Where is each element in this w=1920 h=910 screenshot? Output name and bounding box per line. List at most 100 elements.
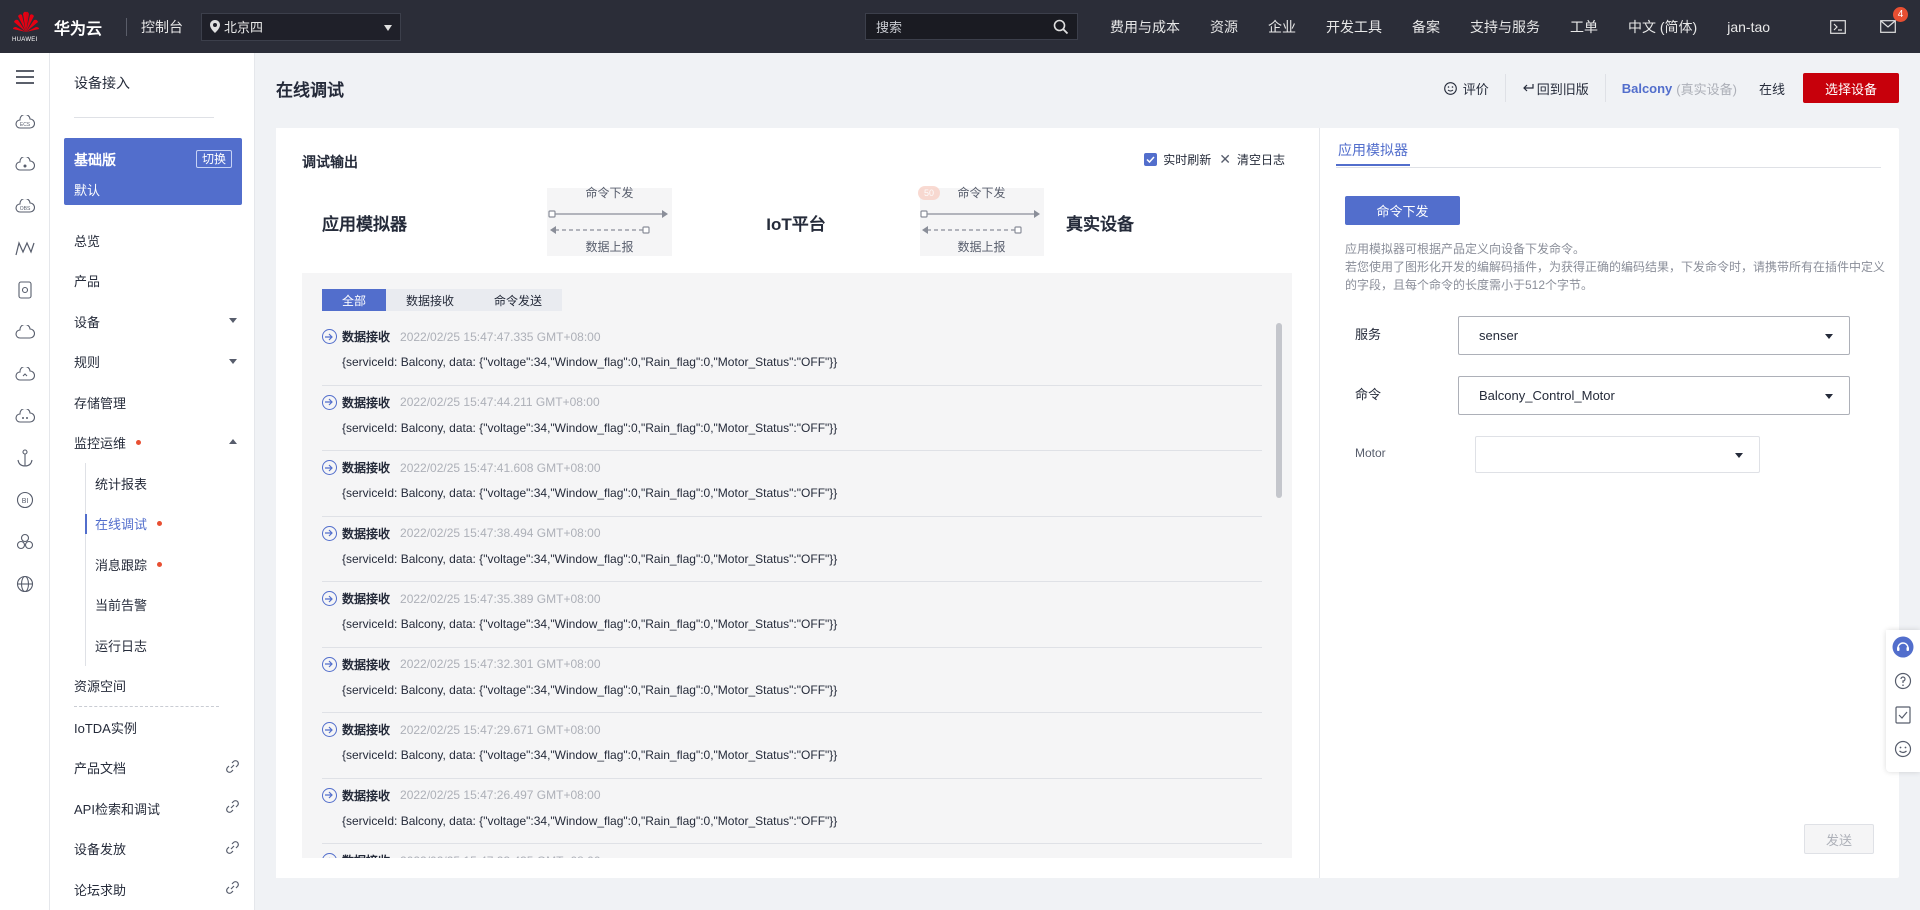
menu-billing[interactable]: 费用与成本 bbox=[1110, 17, 1180, 37]
command-send-tab-button[interactable]: 命令下发 bbox=[1345, 196, 1460, 225]
nav-item-storage[interactable]: 存储管理 bbox=[50, 382, 255, 423]
arrow-right-icon bbox=[322, 525, 337, 541]
nav-item-label: 在线调试 bbox=[95, 517, 148, 533]
svg-text:ECS: ECS bbox=[20, 122, 31, 128]
realtime-refresh-label[interactable]: 实时刷新 bbox=[1163, 151, 1211, 168]
log-filter-tabs: 全部 数据接收 命令发送 bbox=[322, 289, 563, 311]
menu-dev-tools[interactable]: 开发工具 bbox=[1326, 17, 1382, 37]
help-icon[interactable] bbox=[1886, 664, 1920, 698]
chart-icon[interactable] bbox=[0, 227, 50, 269]
device-name: Balcony bbox=[1621, 80, 1673, 96]
log-timestamp: 2022/02/25 15:47:47.335 GMT+08:00 bbox=[400, 329, 601, 344]
cluster-icon[interactable] bbox=[0, 521, 50, 563]
back-to-old-button[interactable]: 回到旧版 bbox=[1522, 79, 1589, 98]
region-selector[interactable]: 北京四 bbox=[201, 12, 401, 41]
tab-app-simulator[interactable]: 应用模拟器 bbox=[1336, 134, 1410, 166]
log-entry: 数据接收 2022/02/25 15:47:26.497 GMT+08:00 {se… bbox=[322, 779, 1262, 844]
return-icon bbox=[1522, 84, 1534, 92]
nav-item-online-debug[interactable]: 在线调试 bbox=[50, 504, 255, 545]
nav-item-label: 消息跟踪 bbox=[95, 557, 148, 573]
nav-item-iotda-instance[interactable]: IoTDA实例 bbox=[50, 707, 255, 748]
log-type: 数据接收 bbox=[342, 395, 391, 410]
rate-button[interactable]: 评价 bbox=[1443, 79, 1489, 98]
chat-icon[interactable]: BI bbox=[0, 479, 50, 521]
nav-item-forum[interactable]: 论坛求助 bbox=[50, 869, 255, 910]
terminal-icon[interactable] bbox=[1826, 15, 1850, 39]
log-timestamp: 2022/02/25 15:47:32.301 GMT+08:00 bbox=[400, 657, 601, 671]
nav-item-devices[interactable]: 设备 bbox=[50, 301, 255, 342]
cloud-icon[interactable] bbox=[0, 353, 50, 395]
device-tag: (真实设备) bbox=[1676, 81, 1737, 97]
service-select[interactable]: senser bbox=[1458, 316, 1850, 355]
tab-all[interactable]: 全部 bbox=[322, 289, 387, 311]
device-icon[interactable] bbox=[0, 269, 50, 311]
menu-tickets[interactable]: 工单 bbox=[1570, 17, 1598, 37]
smile-icon[interactable] bbox=[1886, 732, 1920, 766]
tab-data-received[interactable]: 数据接收 bbox=[386, 289, 474, 311]
menu-resources[interactable]: 资源 bbox=[1210, 17, 1238, 37]
nav-item-monitoring[interactable]: 监控运维 bbox=[50, 423, 255, 464]
close-icon[interactable]: ✕ bbox=[1219, 151, 1231, 168]
nav-item-message-trace[interactable]: 消息跟踪 bbox=[50, 544, 255, 585]
nav-item-device-provisioning[interactable]: 设备发放 bbox=[50, 829, 255, 870]
log-payload: {serviceId: Balcony, data: {"voltage":34… bbox=[342, 420, 838, 435]
menu-user[interactable]: jan-tao bbox=[1727, 19, 1770, 35]
clear-log-button[interactable]: 清空日志 bbox=[1237, 151, 1285, 168]
cloud-icon[interactable]: OBS bbox=[0, 185, 50, 227]
log-header: 数据接收 2022/02/25 15:47:38.494 GMT+08:00 bbox=[322, 525, 601, 542]
switch-edition-button[interactable]: 切换 bbox=[195, 150, 232, 168]
nav-item-label: 总览 bbox=[74, 233, 101, 249]
debug-output-pane: 调试输出 实时刷新 ✕ 清空日志 应用模拟器 IoT平台 真实设备 命令下发 数… bbox=[276, 128, 1317, 878]
huawei-cloud-logo[interactable]: HUAWEI 华为云 bbox=[0, 10, 120, 44]
arrow-right-icon bbox=[322, 394, 337, 410]
nav-item-product-docs[interactable]: 产品文档 bbox=[50, 748, 255, 789]
motor-select[interactable] bbox=[1475, 436, 1760, 473]
flow-label-cmd-down: 命令下发 bbox=[585, 186, 634, 200]
feedback-icon[interactable] bbox=[1886, 698, 1920, 732]
menu-enterprise[interactable]: 企业 bbox=[1268, 17, 1296, 37]
cloud-icon[interactable] bbox=[0, 395, 50, 437]
anchor-icon[interactable] bbox=[0, 437, 50, 479]
cloud-icon[interactable] bbox=[0, 311, 50, 353]
command-select[interactable]: Balcony_Control_Motor bbox=[1458, 376, 1850, 415]
customer-service-icon[interactable] bbox=[1886, 630, 1920, 664]
nav-item-products[interactable]: 产品 bbox=[50, 261, 255, 302]
nav-item-alarms[interactable]: 当前告警 bbox=[50, 585, 255, 626]
nav-item-resource-space[interactable]: 资源空间 bbox=[50, 666, 255, 707]
nav-item-rules[interactable]: 规则 bbox=[50, 342, 255, 383]
menu-language[interactable]: 中文 (简体) bbox=[1628, 17, 1697, 37]
nav-item-api-explorer[interactable]: API检索和调试 bbox=[50, 788, 255, 829]
chevron-down-icon bbox=[229, 358, 237, 364]
globe-icon[interactable] bbox=[0, 563, 50, 605]
flow-arrows bbox=[548, 210, 1040, 234]
select-device-button[interactable]: 选择设备 bbox=[1802, 73, 1899, 103]
nav-item-label: 论坛求助 bbox=[74, 882, 127, 898]
search-input[interactable]: 搜索 bbox=[865, 13, 1078, 40]
search-icon[interactable] bbox=[1053, 19, 1069, 35]
log-scrollbar[interactable] bbox=[1276, 323, 1282, 498]
nav-item-run-logs[interactable]: 运行日志 bbox=[50, 625, 255, 666]
app-simulator-pane: 应用模拟器 命令下发 应用模拟器可根据产品定义向设备下发命令。 若您使用了图形化… bbox=[1319, 128, 1899, 878]
divider bbox=[126, 17, 127, 36]
nav-item-overview[interactable]: 总览 bbox=[50, 220, 255, 261]
log-panel: 全部 数据接收 命令发送 数据接收 2022/02/25 15:47:47.335… bbox=[302, 273, 1292, 858]
menu-icp[interactable]: 备案 bbox=[1412, 17, 1440, 37]
menu-support[interactable]: 支持与服务 bbox=[1470, 17, 1540, 37]
nav-item-statistics[interactable]: 统计报表 bbox=[50, 463, 255, 504]
console-link[interactable]: 控制台 bbox=[141, 17, 183, 37]
log-payload: {serviceId: Balcony, data: {"voltage":34… bbox=[342, 355, 838, 369]
realtime-refresh-checkbox[interactable] bbox=[1144, 153, 1158, 166]
message-flow-diagram: 应用模拟器 IoT平台 真实设备 命令下发 数据上报 命令下发 数据上报 50 bbox=[302, 186, 1292, 256]
tab-command-sent[interactable]: 命令发送 bbox=[474, 289, 562, 311]
log-entry: 数据接收 2022/02/25 15:47:29.671 GMT+08:00 {se… bbox=[322, 713, 1262, 779]
cloud-icon[interactable]: ECS bbox=[0, 101, 50, 143]
cloud-icon[interactable] bbox=[0, 143, 50, 185]
edition-instance: 默认 bbox=[74, 183, 101, 198]
menu-icon[interactable] bbox=[0, 53, 50, 101]
send-button[interactable]: 发送 bbox=[1804, 824, 1874, 854]
left-navigation: 设备接入 基础版 默认 切换 总览 产品 设备 规则 存储管理 监控运维 统计报… bbox=[50, 53, 255, 910]
log-timestamp: 2022/02/25 15:47:41.608 GMT+08:00 bbox=[400, 460, 601, 475]
log-type: 数据接收 bbox=[342, 592, 391, 606]
mail-icon[interactable]: 4 bbox=[1876, 6, 1908, 39]
rate-label: 评价 bbox=[1462, 81, 1489, 97]
